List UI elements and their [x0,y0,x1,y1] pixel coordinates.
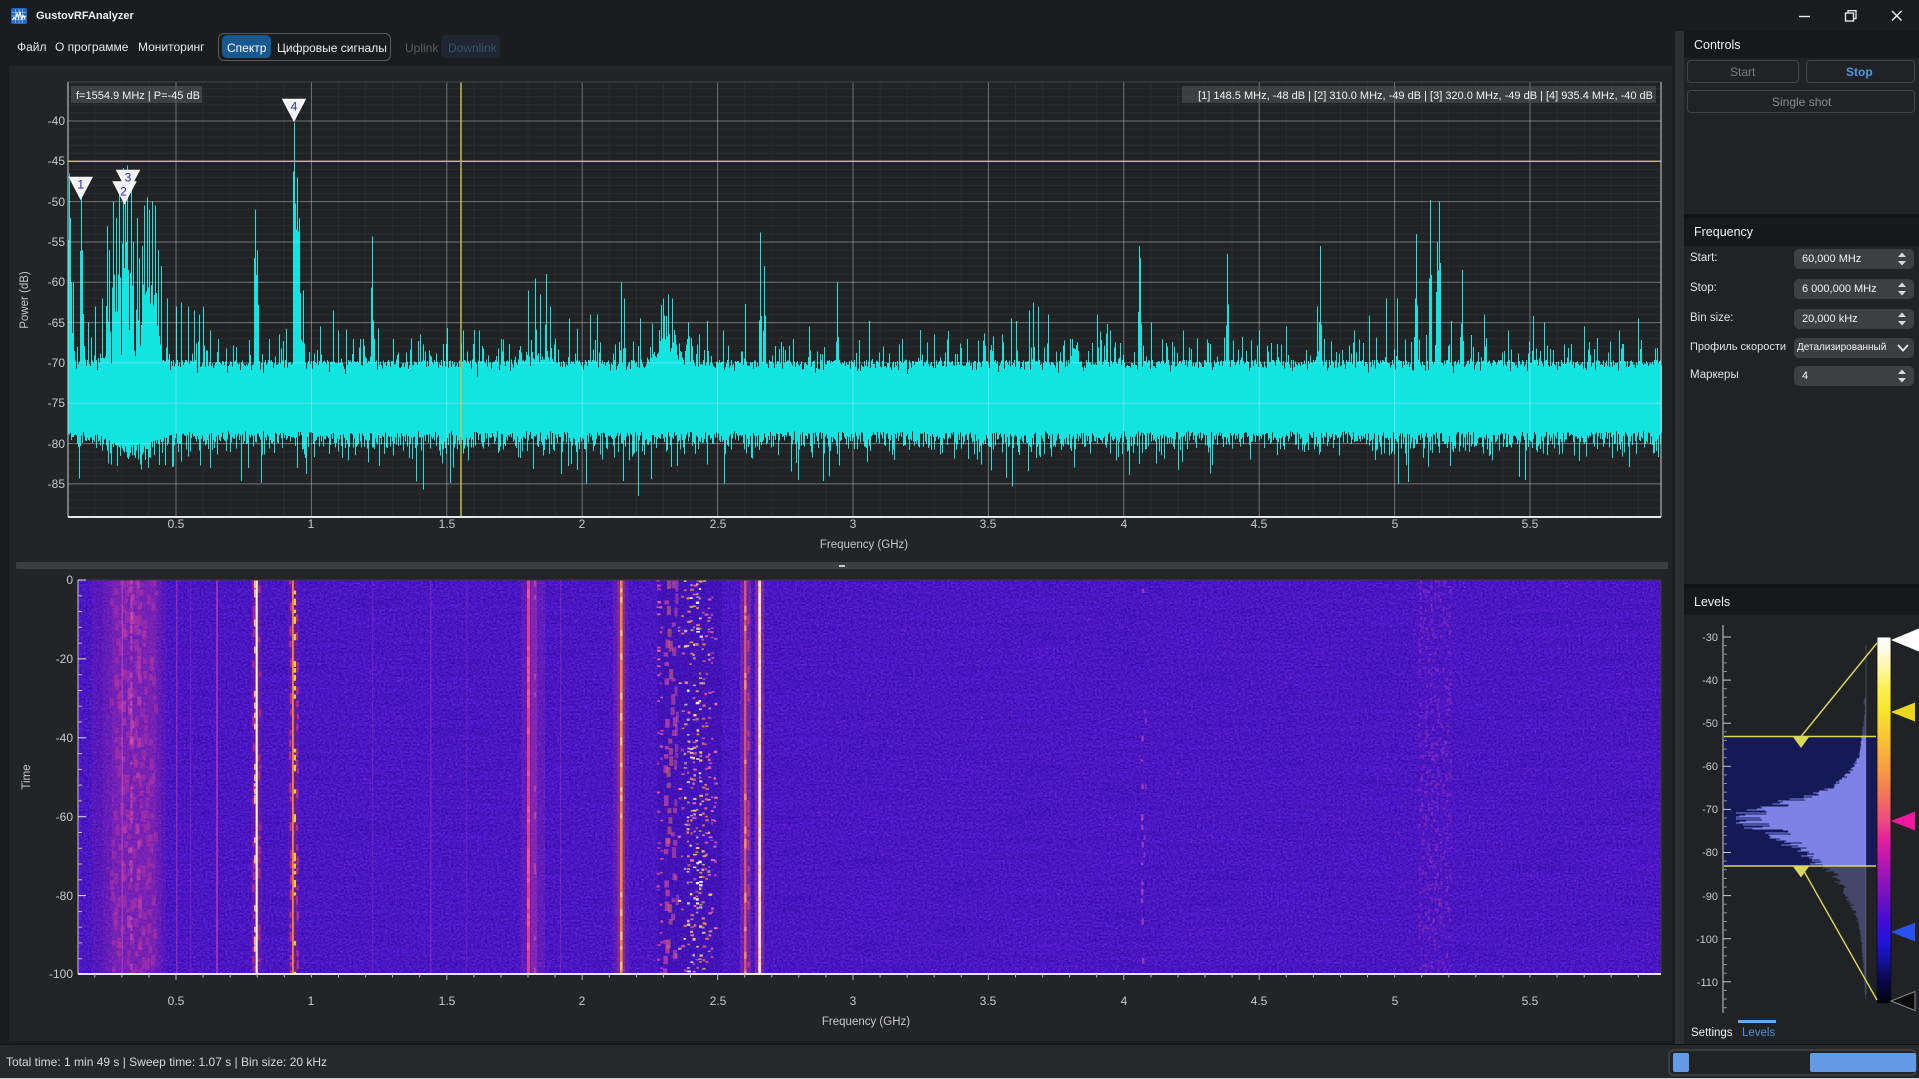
svg-text:2: 2 [579,994,586,1008]
svg-text:-80: -80 [48,437,66,451]
svg-text:4: 4 [291,100,298,114]
svg-text:4: 4 [1121,517,1128,531]
svg-text:5.5: 5.5 [1522,517,1539,531]
svg-text:-40: -40 [56,731,74,745]
svg-text:-100: -100 [1696,934,1718,946]
svg-text:0.5: 0.5 [168,994,185,1008]
svg-text:1.5: 1.5 [439,994,456,1008]
svg-text:2: 2 [579,517,586,531]
svg-text:Frequency (GHz): Frequency (GHz) [822,1016,910,1028]
svg-text:-50: -50 [1702,718,1718,730]
svg-text:-50: -50 [48,195,66,209]
svg-text:1: 1 [308,517,315,531]
svg-text:5: 5 [1392,517,1399,531]
svg-text:3: 3 [850,994,857,1008]
svg-text:4: 4 [1121,994,1128,1008]
svg-text:-60: -60 [48,275,66,289]
svg-text:f=1554.9 MHz | P=-45 dB: f=1554.9 MHz | P=-45 dB [76,90,200,102]
svg-text:-45: -45 [48,154,66,168]
svg-text:-80: -80 [1702,847,1718,859]
svg-text:1: 1 [77,178,84,192]
svg-text:-20: -20 [56,652,74,666]
svg-text:-30: -30 [1702,632,1718,644]
svg-text:1: 1 [308,994,315,1008]
svg-text:-90: -90 [1702,891,1718,903]
svg-text:3.5: 3.5 [980,517,997,531]
svg-text:1.5: 1.5 [439,517,456,531]
svg-text:-40: -40 [1702,675,1718,687]
svg-text:-40: -40 [48,114,66,128]
svg-text:-75: -75 [48,396,66,410]
svg-text:Power (dB): Power (dB) [19,271,31,329]
svg-text:-70: -70 [48,356,66,370]
svg-text:-100: -100 [49,967,73,981]
svg-text:0.5: 0.5 [168,517,185,531]
svg-text:-85: -85 [48,477,66,491]
svg-text:Time: Time [21,764,33,789]
svg-text:-110: -110 [1697,977,1718,989]
svg-text:-60: -60 [1702,761,1718,773]
svg-text:2.5: 2.5 [710,517,727,531]
svg-text:3.5: 3.5 [980,994,997,1008]
svg-text:4.5: 4.5 [1251,517,1268,531]
svg-text:[1] 148.5 MHz, -48 dB | [2] 31: [1] 148.5 MHz, -48 dB | [2] 310.0 MHz, -… [1198,90,1653,102]
svg-text:-80: -80 [56,889,74,903]
svg-text:0: 0 [66,573,73,587]
svg-text:4.5: 4.5 [1251,994,1268,1008]
svg-text:-55: -55 [48,235,66,249]
svg-text:5.5: 5.5 [1522,994,1539,1008]
svg-text:3: 3 [125,171,132,185]
svg-text:-60: -60 [56,810,74,824]
svg-text:2.5: 2.5 [710,994,727,1008]
svg-text:-70: -70 [1702,804,1718,816]
svg-text:2: 2 [120,185,127,199]
svg-text:3: 3 [850,517,857,531]
svg-text:Frequency (GHz): Frequency (GHz) [820,539,908,551]
svg-text:5: 5 [1392,994,1399,1008]
svg-text:-65: -65 [48,316,66,330]
